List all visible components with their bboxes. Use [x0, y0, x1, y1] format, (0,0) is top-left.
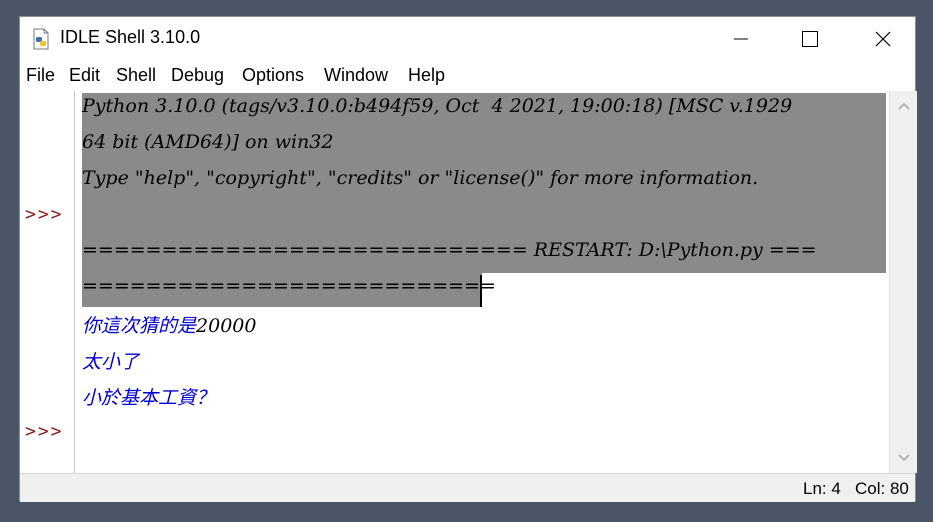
input-line: 你這次猜的是20000: [82, 311, 256, 338]
menu-help[interactable]: Help: [408, 65, 445, 86]
menu-debug[interactable]: Debug: [171, 65, 224, 86]
menu-window[interactable]: Window: [324, 65, 388, 86]
menu-edit[interactable]: Edit: [69, 65, 100, 86]
restart-line: ============================ RESTART: D:…: [82, 239, 817, 261]
python-file-icon: [30, 28, 52, 50]
restart-line: ==========================: [82, 275, 496, 297]
output-line: 太小了: [82, 351, 140, 373]
text-cursor: [480, 275, 482, 307]
maximize-icon: [801, 31, 818, 47]
maximize-button[interactable]: [775, 17, 844, 61]
menu-file[interactable]: File: [26, 65, 55, 86]
menu-shell[interactable]: Shell: [116, 65, 156, 86]
banner-line: 64 bit (AMD64)] on win32: [82, 131, 334, 153]
idle-shell-window: IDLE Shell 3.10.0 File Edit Shell Debug …: [19, 16, 917, 502]
chevron-up-icon: [897, 102, 910, 110]
shell-prompt: >>>: [25, 204, 64, 225]
menu-bar: File Edit Shell Debug Options Window Hel…: [20, 61, 915, 91]
input-value: 20000: [196, 315, 257, 337]
title-bar[interactable]: IDLE Shell 3.10.0: [20, 17, 915, 61]
banner-line: Type "help", "copyright", "credits" or "…: [82, 167, 759, 189]
scroll-down-button[interactable]: [890, 447, 917, 469]
chevron-down-icon: [897, 454, 910, 462]
line-number: Ln: 4: [803, 479, 841, 498]
shell-text-area[interactable]: Python 3.10.0 (tags/v3.10.0:b494f59, Oct…: [75, 91, 889, 473]
input-prompt-text: 你這次猜的是: [82, 315, 197, 337]
window-title: IDLE Shell 3.10.0: [60, 27, 201, 47]
menu-options[interactable]: Options: [242, 65, 304, 86]
scroll-up-button[interactable]: [890, 95, 917, 117]
status-bar: Ln: 4 Col: 80: [20, 473, 915, 502]
prompt-gutter: >>> >>>: [20, 91, 75, 473]
close-icon: [875, 31, 890, 47]
column-number: Col: 80: [855, 479, 909, 498]
vertical-scrollbar[interactable]: [889, 91, 917, 473]
minimize-button[interactable]: [706, 17, 775, 61]
shell-prompt: >>>: [25, 421, 64, 442]
minimize-icon: [733, 38, 748, 40]
banner-line: Python 3.10.0 (tags/v3.10.0:b494f59, Oct…: [82, 95, 793, 117]
output-line: 小於基本工資？: [82, 387, 216, 409]
close-button[interactable]: [848, 17, 917, 61]
